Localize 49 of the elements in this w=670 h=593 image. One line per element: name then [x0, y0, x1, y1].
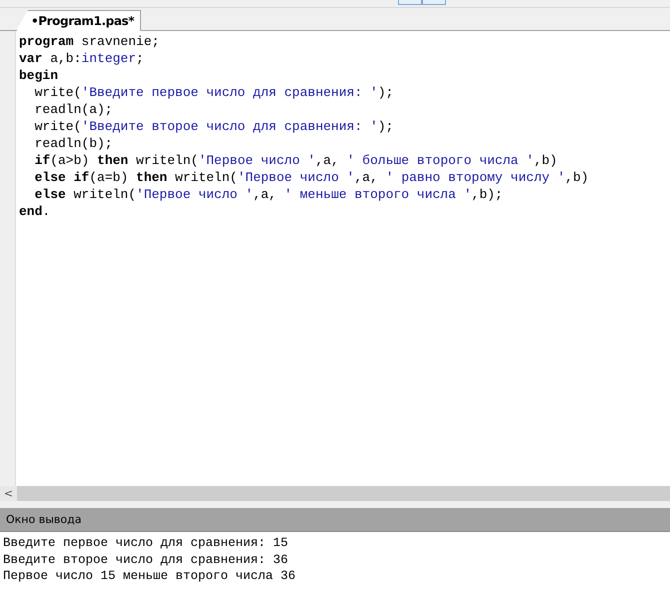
toolbar-button[interactable] [398, 0, 422, 5]
code-text: ,b) [565, 170, 589, 185]
code-string: 'Введите первое число для сравнения: ' [81, 85, 378, 100]
code-string: 'Первое число ' [237, 170, 354, 185]
code-text: (a>b) [50, 153, 90, 168]
code-keyword: then [97, 153, 128, 168]
code-string: ' равно второму числу ' [386, 170, 566, 185]
code-text: writeln( [174, 170, 238, 185]
code-text: sravnenie; [80, 34, 160, 49]
toolbar-button[interactable] [422, 0, 446, 5]
code-keyword: program [19, 34, 74, 49]
code-text: ); [378, 85, 394, 100]
code-keyword: end [19, 204, 42, 219]
code-keyword: else [34, 170, 66, 185]
code-text: writeln( [72, 187, 136, 202]
output-line: Введите первое число для сравнения: 15 [3, 535, 288, 552]
code-text: . [42, 204, 50, 219]
code-text: readln(b); [34, 136, 113, 151]
code-keyword: var [19, 51, 42, 66]
code-text: write( [34, 85, 82, 100]
code-text: ,b) [534, 153, 558, 168]
code-keyword: else [34, 187, 66, 202]
code-text: writeln( [135, 153, 198, 168]
scroll-left-button[interactable]: < [0, 486, 17, 501]
code-text: write( [34, 119, 82, 134]
output-line: Первое число 15 меньше второго числа 36 [3, 568, 296, 584]
code-string: 'Первое число ' [198, 153, 316, 168]
code-text: ,a, [354, 170, 379, 185]
code-text: ,a, [253, 187, 278, 202]
code-text: a,b: [49, 51, 82, 66]
code-text: readln(a); [34, 102, 113, 117]
panel-title: Окно вывода [6, 513, 82, 526]
horizontal-scrollbar[interactable]: < [0, 486, 670, 501]
code-text: ); [378, 119, 394, 134]
code-string: ' меньше второго числа ' [284, 187, 472, 202]
code-text: ; [136, 51, 144, 66]
code-keyword: if [72, 170, 90, 185]
code-string: ' больше второго числа ' [346, 153, 534, 168]
code-text: ,a, [315, 153, 340, 168]
code-keyword: then [136, 170, 168, 185]
code-text: (a=b) [89, 170, 130, 185]
code-string: 'Первое число ' [136, 187, 254, 202]
code-string: 'Введите второе число для сравнения: ' [81, 119, 378, 134]
code-keyword: begin [19, 68, 58, 83]
file-tab[interactable]: •Program1.pas* [16, 10, 142, 31]
code-keyword: if [34, 153, 50, 168]
output-line: Введите второе число для сравнения: 36 [3, 552, 288, 568]
code-type: integer [81, 51, 136, 66]
code-text: ,b); [472, 187, 503, 202]
